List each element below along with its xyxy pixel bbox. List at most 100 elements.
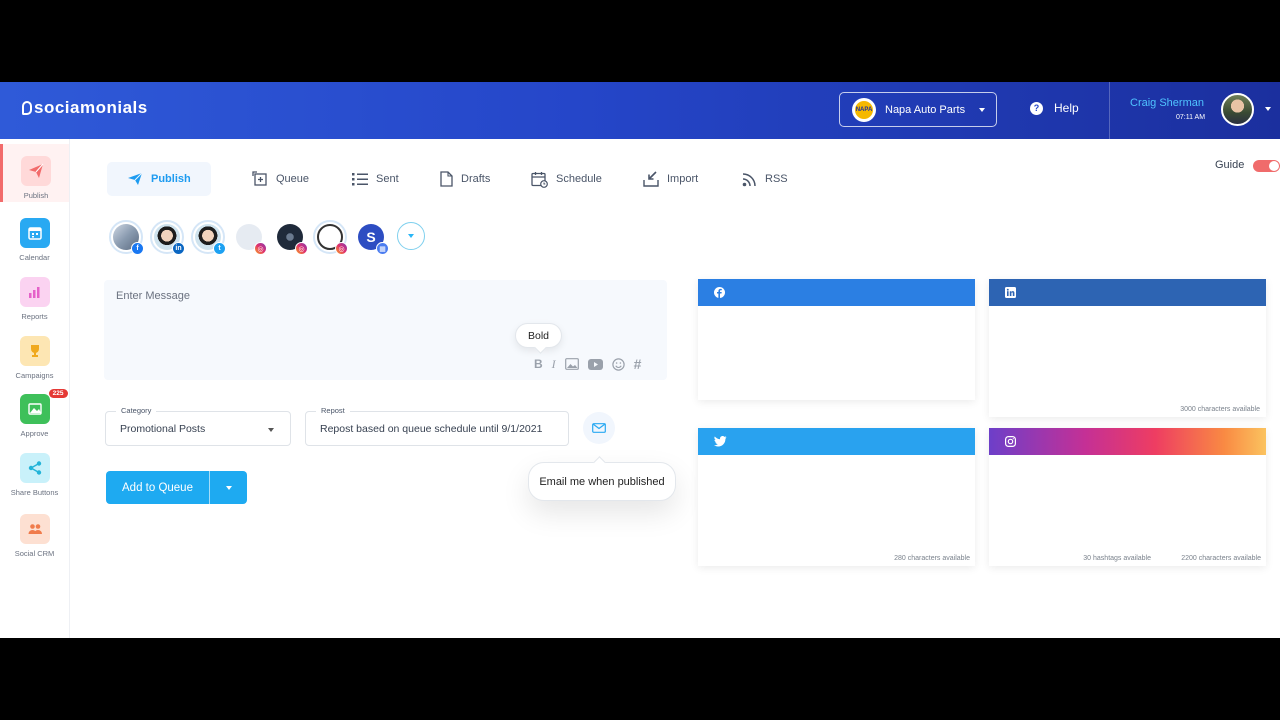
email-tooltip: Email me when published xyxy=(528,462,676,501)
gmb-icon: ▦ xyxy=(376,242,389,255)
user-menu-chevron-icon[interactable] xyxy=(1265,107,1271,111)
account-avatar-linkedin[interactable]: in xyxy=(150,220,185,255)
tab-publish[interactable]: Publish xyxy=(107,162,211,196)
tab-label: RSS xyxy=(765,173,788,185)
add-to-queue-button[interactable]: Add to Queue xyxy=(106,471,209,504)
sidebar-label: Share Buttons xyxy=(10,488,59,497)
category-select[interactable]: Category Promotional Posts xyxy=(105,406,291,446)
image-icon[interactable] xyxy=(564,358,579,370)
message-composer[interactable]: Enter Message B I # xyxy=(104,280,667,380)
tab-label: Import xyxy=(667,173,699,185)
tab-import[interactable]: Import xyxy=(643,162,698,196)
facebook-icon: f xyxy=(131,242,144,255)
list-icon xyxy=(352,173,368,186)
account-avatar-facebook[interactable]: f xyxy=(109,220,144,255)
image-check-icon: 225 xyxy=(19,389,68,424)
twitter-icon xyxy=(714,436,727,447)
trophy-icon xyxy=(19,336,50,366)
facebook-icon xyxy=(714,287,725,298)
sidebar-item-share-buttons[interactable]: Share Buttons xyxy=(0,441,69,499)
hashtag-icon[interactable]: # xyxy=(634,356,642,372)
sidebar-item-approve[interactable]: 225 Approve xyxy=(0,382,69,440)
repost-select[interactable]: Repost Repost based on queue schedule un… xyxy=(305,406,569,446)
tab-label: Sent xyxy=(376,173,399,185)
logo-text: sociamonials xyxy=(34,98,148,117)
account-avatar-instagram-1[interactable]: ◎ xyxy=(232,220,267,255)
category-label: Category xyxy=(116,406,157,415)
twitter-preview: 280 characters available xyxy=(698,428,975,566)
repost-value: Repost based on queue schedule until 9/1… xyxy=(320,423,543,435)
brand-name: Napa Auto Parts xyxy=(885,103,966,116)
calendar-icon xyxy=(19,218,50,248)
user-time: 07:11 AM xyxy=(1176,114,1206,121)
sidebar-label: Campaigns xyxy=(15,371,54,380)
share-icon xyxy=(19,453,50,483)
chevron-down-icon xyxy=(408,234,414,238)
calendar-clock-icon xyxy=(531,171,548,188)
add-to-queue-dropdown[interactable] xyxy=(210,471,247,504)
chevron-down-icon xyxy=(268,428,274,432)
envelope-icon xyxy=(592,423,606,433)
tab-sent[interactable]: Sent xyxy=(352,162,399,196)
tab-label: Queue xyxy=(276,173,310,185)
email-notify-button[interactable] xyxy=(583,412,615,444)
account-avatar-instagram-3[interactable]: ◎ xyxy=(313,220,348,255)
tab-label: Schedule xyxy=(556,173,602,185)
italic-icon[interactable]: I xyxy=(552,357,556,372)
sidebar-label: Social CRM xyxy=(14,549,55,558)
twitter-char-count: 280 characters available xyxy=(894,555,970,562)
paper-plane-icon xyxy=(128,172,143,185)
sidebar-label: Reports xyxy=(21,312,48,321)
user-avatar[interactable] xyxy=(1221,93,1254,126)
repost-label: Repost xyxy=(316,406,350,415)
bar-chart-icon xyxy=(19,277,50,307)
header-divider xyxy=(1109,82,1110,139)
linkedin-icon xyxy=(1005,287,1016,298)
tab-label: Drafts xyxy=(461,173,491,185)
linkedin-preview-header xyxy=(989,279,1266,306)
bold-tooltip: Bold xyxy=(515,323,563,348)
brand-selector[interactable]: NAPA Napa Auto Parts xyxy=(839,92,997,127)
account-avatar-google-my-business[interactable]: S ▦ xyxy=(354,220,389,255)
account-avatar-instagram-2[interactable]: ◎ xyxy=(273,220,308,255)
composer-toolbar: B I # xyxy=(534,356,650,372)
sidebar-item-publish[interactable]: Publish xyxy=(0,144,69,202)
sidebar-item-reports[interactable]: Reports xyxy=(0,265,69,323)
sidebar-item-calendar[interactable]: Calendar xyxy=(0,206,69,264)
queue-add-icon xyxy=(252,171,267,186)
twitter-icon: t xyxy=(213,242,226,255)
youtube-icon[interactable] xyxy=(587,358,603,370)
app-logo[interactable]: sociamonials xyxy=(22,98,148,118)
tab-drafts[interactable]: Drafts xyxy=(440,162,490,196)
facebook-preview-header xyxy=(698,279,975,306)
help-link[interactable]: ? Help xyxy=(1030,101,1079,115)
brand-logo-text: NAPA xyxy=(855,100,873,119)
app-window: sociamonials NAPA Napa Auto Parts ? Help… xyxy=(0,82,1280,638)
account-avatar-twitter[interactable]: t xyxy=(191,220,226,255)
facebook-preview xyxy=(698,279,975,400)
import-icon xyxy=(643,171,659,187)
emoji-icon[interactable] xyxy=(611,357,625,371)
help-label: Help xyxy=(1054,101,1079,115)
instagram-preview: 30 hashtags available 2200 characters av… xyxy=(989,428,1266,566)
tab-queue[interactable]: Queue xyxy=(252,162,309,196)
top-header: sociamonials NAPA Napa Auto Parts ? Help… xyxy=(0,82,1280,139)
linkedin-icon: in xyxy=(172,242,185,255)
add-to-queue-split-button: Add to Queue xyxy=(106,471,247,504)
twitter-preview-header xyxy=(698,428,975,455)
sidebar-item-social-crm[interactable]: Social CRM xyxy=(0,502,69,560)
sidebar-item-campaigns[interactable]: Campaigns xyxy=(0,324,69,382)
bold-icon[interactable]: B xyxy=(534,357,543,371)
tab-schedule[interactable]: Schedule xyxy=(531,162,602,196)
sidebar-label: Publish xyxy=(23,191,49,200)
guide-toggle[interactable] xyxy=(1253,160,1280,172)
user-name[interactable]: Craig Sherman xyxy=(1130,97,1204,109)
linkedin-preview: 3000 characters available xyxy=(989,279,1266,417)
sidebar-label: Approve xyxy=(20,429,49,438)
tab-rss[interactable]: RSS xyxy=(742,162,788,196)
paper-plane-icon xyxy=(21,156,51,186)
chevron-down-icon xyxy=(225,485,232,490)
more-accounts-button[interactable] xyxy=(397,222,425,250)
linkedin-char-count: 3000 characters available xyxy=(1180,406,1260,413)
instagram-icon: ◎ xyxy=(295,242,308,255)
